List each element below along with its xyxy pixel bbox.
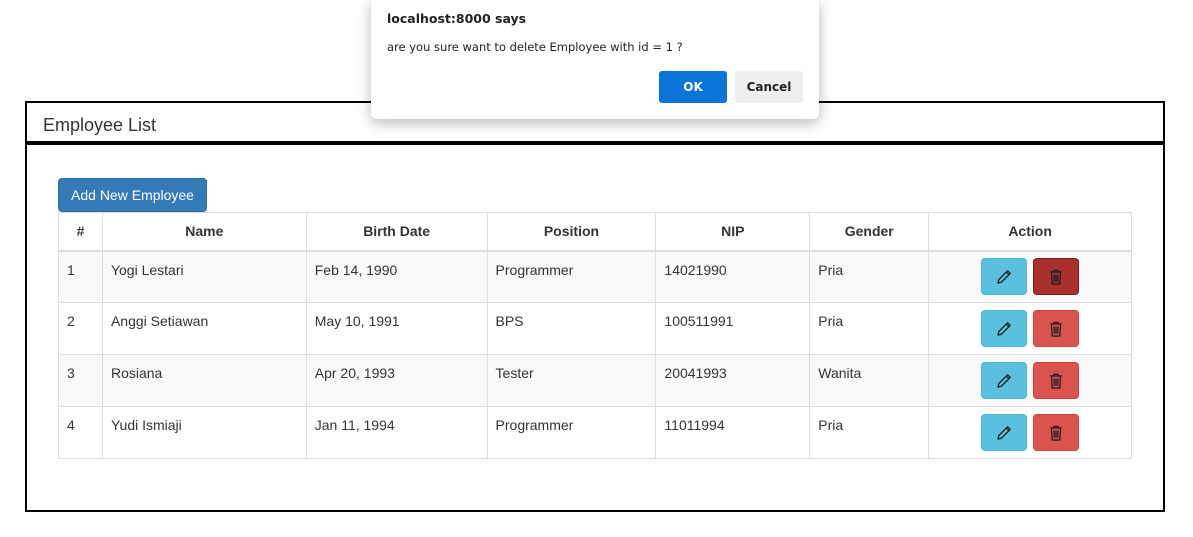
cell-number: 4 (58, 406, 103, 459)
employee-table: # Name Birth Date Position NIP Gender Ac… (58, 212, 1132, 459)
dialog-message: are you sure want to delete Employee wit… (387, 40, 683, 54)
column-header-number: # (58, 212, 103, 252)
cell-action (928, 354, 1132, 407)
cell-gender: Pria (809, 406, 930, 459)
confirm-dialog: localhost:8000 says are you sure want to… (371, 0, 819, 119)
column-header-name: Name (101, 212, 307, 252)
cell-nip: 20041993 (655, 354, 811, 407)
edit-button[interactable] (981, 414, 1028, 451)
employee-panel: Employee List Add New Employee # Name Bi… (25, 101, 1165, 512)
ok-button[interactable]: OK (659, 71, 727, 103)
cell-gender: Pria (809, 250, 930, 303)
pencil-icon (997, 269, 1011, 284)
pencil-icon (997, 425, 1011, 440)
cell-birth-date: May 10, 1991 (305, 302, 488, 355)
column-header-gender: Gender (809, 212, 930, 252)
table-row: 3 Rosiana Apr 20, 1993 Tester 20041993 W… (58, 354, 1132, 407)
delete-button[interactable] (1033, 310, 1080, 347)
delete-button[interactable] (1033, 414, 1080, 451)
cell-number: 2 (58, 302, 103, 355)
cell-position: Programmer (486, 406, 657, 459)
cell-name: Yudi Ismiaji (101, 406, 307, 459)
cell-nip: 14021990 (655, 250, 811, 303)
pencil-icon (997, 373, 1011, 388)
edit-button[interactable] (981, 362, 1028, 399)
trash-icon (1050, 425, 1063, 441)
column-header-position: Position (486, 212, 657, 252)
table-header-row: # Name Birth Date Position NIP Gender Ac… (58, 212, 1132, 252)
cell-position: Tester (486, 354, 657, 407)
cell-number: 1 (58, 250, 103, 303)
cell-number: 3 (58, 354, 103, 407)
cell-name: Anggi Setiawan (101, 302, 307, 355)
table-row: 4 Yudi Ismiaji Jan 11, 1994 Programmer 1… (58, 406, 1132, 459)
column-header-nip: NIP (655, 212, 811, 252)
cell-birth-date: Feb 14, 1990 (305, 250, 488, 303)
cell-action (928, 250, 1132, 303)
cell-action (928, 406, 1132, 459)
trash-icon (1050, 373, 1063, 389)
cell-name: Rosiana (101, 354, 307, 407)
edit-button[interactable] (981, 310, 1028, 347)
delete-button[interactable] (1033, 258, 1080, 296)
cell-position: Programmer (486, 250, 657, 303)
cell-birth-date: Apr 20, 1993 (305, 354, 488, 407)
dialog-title: localhost:8000 says (387, 11, 527, 26)
cell-gender: Wanita (809, 354, 930, 407)
cell-birth-date: Jan 11, 1994 (305, 406, 488, 459)
column-header-action: Action (928, 212, 1132, 252)
cell-action (928, 302, 1132, 355)
edit-button[interactable] (981, 258, 1028, 296)
delete-button[interactable] (1033, 362, 1080, 399)
cancel-button[interactable]: Cancel (735, 71, 803, 103)
table-row: 2 Anggi Setiawan May 10, 1991 BPS 100511… (58, 302, 1132, 355)
add-employee-button[interactable]: Add New Employee (58, 178, 207, 212)
cell-name: Yogi Lestari (101, 250, 307, 303)
cell-gender: Pria (809, 302, 930, 355)
trash-icon (1050, 321, 1063, 337)
cell-nip: 100511991 (655, 302, 811, 355)
column-header-birth-date: Birth Date (305, 212, 488, 252)
trash-icon (1050, 269, 1063, 285)
pencil-icon (997, 321, 1011, 336)
table-row: 1 Yogi Lestari Feb 14, 1990 Programmer 1… (58, 250, 1132, 303)
cell-nip: 11011994 (655, 406, 811, 459)
cell-position: BPS (486, 302, 657, 355)
panel-title: Employee List (43, 115, 157, 135)
